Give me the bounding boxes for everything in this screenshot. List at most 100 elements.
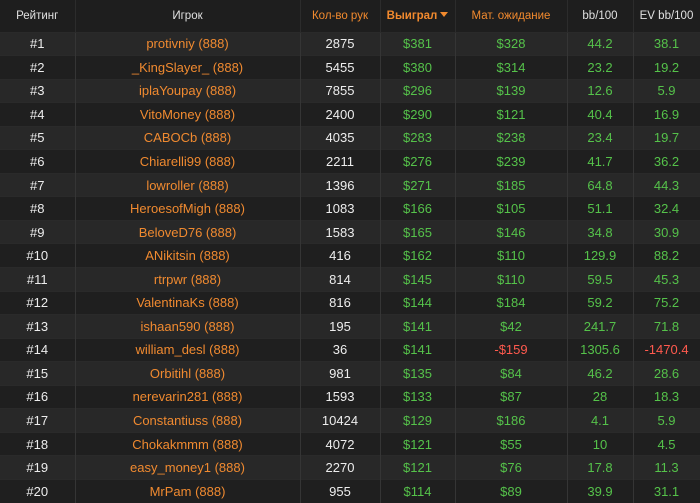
hands-cell: 816 bbox=[300, 290, 381, 315]
player-link[interactable]: nerevarin281 (888) bbox=[75, 384, 301, 409]
expected-cell: $146 bbox=[455, 219, 568, 244]
table-row[interactable]: #4 VitoMoney (888) 2400 $290 $121 40.4 16.9 bbox=[0, 102, 700, 127]
header-label: Кол-во рук bbox=[311, 9, 368, 22]
header-label: Рейтинг bbox=[16, 9, 59, 22]
header-label: Выиграл bbox=[386, 9, 438, 22]
bb100-cell: 39.9 bbox=[567, 478, 634, 503]
won-cell: $121 bbox=[380, 455, 456, 480]
bb100-cell: 51.1 bbox=[567, 196, 634, 221]
player-link[interactable]: william_desl (888) bbox=[75, 337, 301, 362]
hands-cell: 2400 bbox=[300, 102, 381, 127]
table-body: #1 protivniy (888) 2875 $381 $328 44.2 38.1 #2 _… bbox=[0, 31, 700, 503]
column-header-won[interactable]: Выиграл bbox=[380, 0, 456, 32]
bb100-cell: 41.7 bbox=[567, 149, 634, 174]
bb100-cell: 46.2 bbox=[567, 361, 634, 386]
table-row[interactable]: #19 easy_money1 (888) 2270 $121 $76 17.8 11.3 bbox=[0, 455, 700, 480]
hands-cell: 2270 bbox=[300, 455, 381, 480]
ev-bb100-cell: 4.5 bbox=[633, 431, 700, 456]
table-row[interactable]: #5 CABOCb (888) 4035 $283 $238 23.4 19.7 bbox=[0, 125, 700, 150]
player-link[interactable]: Orbitihl (888) bbox=[75, 361, 301, 386]
column-header-rank[interactable]: Рейтинг bbox=[0, 0, 76, 32]
column-header-player[interactable]: Игрок bbox=[75, 0, 301, 32]
player-link[interactable]: MrPam (888) bbox=[75, 478, 301, 503]
hands-cell: 5455 bbox=[300, 55, 381, 80]
table-row[interactable]: #11 rtrpwr (888) 814 $145 $110 59.5 45.3 bbox=[0, 266, 700, 292]
won-cell: $162 bbox=[380, 243, 456, 268]
ev-bb100-cell: 36.2 bbox=[633, 149, 700, 174]
table-row[interactable]: #13 ishaan590 (888) 195 $141 $42 241.7 71.8 bbox=[0, 314, 700, 339]
rank-cell: #11 bbox=[0, 266, 76, 292]
table-row[interactable]: #8 HeroesofMigh (888) 1083 $166 $105 51.1 32.4 bbox=[0, 196, 700, 221]
column-header-hands[interactable]: Кол-во рук bbox=[300, 0, 381, 32]
won-cell: $271 bbox=[380, 172, 456, 197]
table-row[interactable]: #3 iplaYoupay (888) 7855 $296 $139 12.6 5.9 bbox=[0, 78, 700, 103]
table-row[interactable]: #2 _KingSlayer_ (888) 5455 $380 $314 23.2 19.2 bbox=[0, 55, 700, 80]
player-link[interactable]: Chiarelli99 (888) bbox=[75, 149, 301, 174]
player-link[interactable]: iplaYoupay (888) bbox=[75, 78, 301, 103]
player-link[interactable]: HeroesofMigh (888) bbox=[75, 196, 301, 221]
table-row[interactable]: #17 Constantiuss (888) 10424 $129 $186 4.1 5.9 bbox=[0, 408, 700, 433]
hands-cell: 1593 bbox=[300, 384, 381, 409]
rank-cell: #16 bbox=[0, 384, 76, 409]
bb100-cell: 129.9 bbox=[567, 243, 634, 268]
player-link[interactable]: rtrpwr (888) bbox=[75, 266, 301, 292]
player-link[interactable]: VitoMoney (888) bbox=[75, 102, 301, 127]
expected-cell: $105 bbox=[455, 196, 568, 221]
ev-bb100-cell: 16.9 bbox=[633, 102, 700, 127]
player-link[interactable]: _KingSlayer_ (888) bbox=[75, 55, 301, 80]
player-link[interactable]: ishaan590 (888) bbox=[75, 314, 301, 339]
player-link[interactable]: protivniy (888) bbox=[75, 31, 301, 56]
player-link[interactable]: Chokakmmm (888) bbox=[75, 431, 301, 456]
won-cell: $296 bbox=[380, 78, 456, 103]
ev-bb100-cell: 45.3 bbox=[633, 266, 700, 292]
expected-cell: $121 bbox=[455, 102, 568, 127]
column-header-expected[interactable]: Мат. ожидание bbox=[455, 0, 568, 32]
won-cell: $135 bbox=[380, 361, 456, 386]
table-row[interactable]: #14 william_desl (888) 36 $141 -$159 1305.6 -1… bbox=[0, 337, 700, 362]
player-link[interactable]: lowroller (888) bbox=[75, 172, 301, 197]
header-label: EV bb/100 bbox=[639, 9, 694, 22]
table-row[interactable]: #6 Chiarelli99 (888) 2211 $276 $239 41.7 36.2 bbox=[0, 149, 700, 174]
won-cell: $290 bbox=[380, 102, 456, 127]
hands-cell: 10424 bbox=[300, 408, 381, 433]
hands-cell: 4072 bbox=[300, 431, 381, 456]
bb100-cell: 10 bbox=[567, 431, 634, 456]
column-header-ev-bb100[interactable]: EV bb/100 bbox=[633, 0, 700, 32]
player-link[interactable]: Constantiuss (888) bbox=[75, 408, 301, 433]
player-link[interactable]: ANikitsin (888) bbox=[75, 243, 301, 268]
player-link[interactable]: ValentinaKs (888) bbox=[75, 290, 301, 315]
column-header-bb100[interactable]: bb/100 bbox=[567, 0, 634, 32]
hands-cell: 981 bbox=[300, 361, 381, 386]
table-row[interactable]: #16 nerevarin281 (888) 1593 $133 $87 28 18.3 bbox=[0, 384, 700, 409]
table-row[interactable]: #12 ValentinaKs (888) 816 $144 $184 59.2 75.2 bbox=[0, 290, 700, 315]
hands-cell: 416 bbox=[300, 243, 381, 268]
bb100-cell: 28 bbox=[567, 384, 634, 409]
won-cell: $141 bbox=[380, 314, 456, 339]
table-row[interactable]: #15 Orbitihl (888) 981 $135 $84 46.2 28.6 bbox=[0, 361, 700, 386]
rank-cell: #2 bbox=[0, 55, 76, 80]
rank-cell: #4 bbox=[0, 102, 76, 127]
bb100-cell: 23.2 bbox=[567, 55, 634, 80]
header-label: Мат. ожидание bbox=[471, 9, 551, 22]
bb100-cell: 12.6 bbox=[567, 78, 634, 103]
ev-bb100-cell: 71.8 bbox=[633, 314, 700, 339]
player-link[interactable]: BeloveD76 (888) bbox=[75, 219, 301, 244]
header-row: Рейтинг Игрок Кол-во рук Выиграл Мат. ож… bbox=[0, 0, 700, 32]
ev-bb100-cell: 88.2 bbox=[633, 243, 700, 268]
table-row[interactable]: #1 protivniy (888) 2875 $381 $328 44.2 38.1 bbox=[0, 31, 700, 56]
table-row[interactable]: #9 BeloveD76 (888) 1583 $165 $146 34.8 30.9 bbox=[0, 219, 700, 244]
table-row[interactable]: #7 lowroller (888) 1396 $271 $185 64.8 44.3 bbox=[0, 172, 700, 197]
player-link[interactable]: CABOCb (888) bbox=[75, 125, 301, 150]
table-row[interactable]: #20 MrPam (888) 955 $114 $89 39.9 31.1 bbox=[0, 478, 700, 503]
table-row[interactable]: #18 Chokakmmm (888) 4072 $121 $55 10 4.5 bbox=[0, 431, 700, 456]
player-link[interactable]: easy_money1 (888) bbox=[75, 455, 301, 480]
bb100-cell: 34.8 bbox=[567, 219, 634, 244]
won-cell: $144 bbox=[380, 290, 456, 315]
won-cell: $381 bbox=[380, 31, 456, 56]
rank-cell: #12 bbox=[0, 290, 76, 315]
won-cell: $276 bbox=[380, 149, 456, 174]
table-row[interactable]: #10 ANikitsin (888) 416 $162 $110 129.9 88.2 bbox=[0, 243, 700, 268]
ev-bb100-cell: 28.6 bbox=[633, 361, 700, 386]
expected-cell: $328 bbox=[455, 31, 568, 56]
bb100-cell: 23.4 bbox=[567, 125, 634, 150]
